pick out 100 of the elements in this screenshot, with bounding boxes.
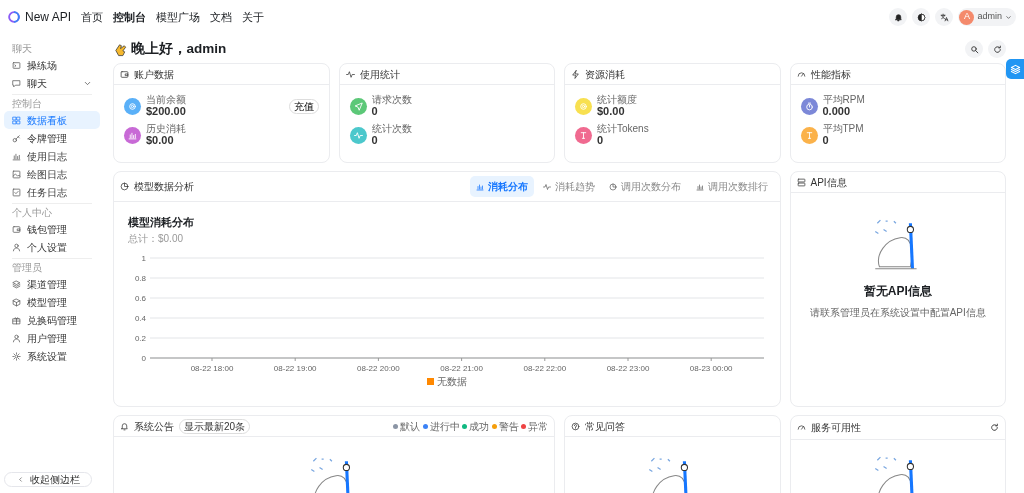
coin-icon [128,101,137,111]
image-icon [12,169,21,179]
stat-label: 请求次数 [371,94,412,105]
legend-label: 成功 [469,419,489,434]
stat-value: 0 [371,134,379,148]
stat-label: 当前余额 [146,94,186,105]
axis-label: 08-22 21:00 [440,363,483,373]
waving-hand-icon [113,41,128,57]
chart-tab[interactable]: 消耗分布 [470,176,534,197]
gift-icon [12,315,21,325]
sidebar-item[interactable]: 数据看板 [4,111,100,129]
chart-tab[interactable]: 调用次数排行 [689,176,774,197]
user-icon [12,242,21,252]
stat-label: 历史消耗 [146,123,186,135]
notification-button[interactable] [889,8,908,26]
stat-label: 统计额度 [597,94,637,105]
refresh-button[interactable] [990,423,999,432]
stat-value: $200.00 [146,105,186,119]
sidebar-section-title: 管理员 [11,261,43,275]
sidebar-section-title: 聊天 [11,42,33,56]
card-title: 系统公告 [134,419,174,434]
cube-icon [12,297,21,307]
help-icon [571,421,580,431]
axis-label: 1 [141,253,146,263]
avatar: A [959,9,975,25]
chevron-down-icon [1005,13,1012,21]
sidebar-item[interactable]: 钱包管理 [4,220,100,238]
checkbox-icon [12,187,21,197]
user-menu-button[interactable]: A admin [958,8,1016,26]
chart-subtitle: 总计：$0.00 [128,231,185,246]
translate-icon [940,12,949,22]
sidebar-item[interactable]: 模型管理 [4,293,100,311]
sidebar-item[interactable]: 用户管理 [4,329,100,347]
stat-label: 统计Tokens [597,123,649,135]
theme-button[interactable] [912,8,931,26]
search-icon [969,44,979,54]
refresh-button[interactable] [988,40,1006,58]
sidebar-item[interactable]: 绘图日志 [4,165,100,183]
sidebar-item[interactable]: 操练场 [4,56,100,74]
empty-title: 暂无API信息 [863,283,932,300]
user-icon [12,333,21,343]
nav-link[interactable]: 控制台 [108,6,152,28]
sidebar-item[interactable]: 渠道管理 [4,275,100,293]
sidebar-section-title: 个人中心 [11,206,53,220]
search-button[interactable] [965,40,983,58]
axis-label: 0 [141,353,146,363]
stat-value: 0.000 [822,105,852,119]
sidebar-item[interactable]: 聊天 [4,74,100,92]
axis-label: 08-22 23:00 [606,363,650,373]
text-icon [804,130,814,140]
bell-icon [894,12,903,22]
theme-icon [917,12,926,22]
axis-label: 0.4 [134,313,146,323]
stat-label: 统计次数 [371,123,412,135]
layers-icon [12,279,21,289]
refresh-icon [992,44,1002,54]
card-title: 常见问答 [585,419,625,434]
stat-value: 0 [597,134,605,148]
sidebar-item[interactable]: 个人设置 [4,238,100,256]
sidebar-item[interactable]: 使用日志 [4,147,100,165]
floating-assistant-button[interactable] [1006,59,1024,79]
axis-label: 08-22 22:00 [523,363,567,373]
count-badge: 显示最新20条 [179,418,251,434]
recharge-button[interactable]: 充值 [288,98,319,114]
nav-link[interactable]: 首页 [76,6,109,28]
nav-link[interactable]: 模型广场 [151,6,206,28]
card-title: 性能指标 [810,67,851,82]
bell-icon [120,421,129,431]
stat-label: 平均TPM [822,123,864,135]
nav-link[interactable]: 文档 [205,6,238,28]
chart-tab[interactable]: 消耗趋势 [536,176,601,197]
stat-value: 0 [822,134,830,148]
bar-chart-icon [476,182,484,191]
send-icon [353,101,363,111]
terminal-icon [12,60,21,70]
chart-tab[interactable]: 调用次数分布 [603,176,687,197]
language-button[interactable] [935,8,954,26]
bar-chart-icon [695,182,704,191]
legend-label: 默认 [400,419,420,434]
pulse-icon [345,69,355,79]
axis-label: 08-22 19:00 [273,363,317,373]
stat-value: $0.00 [146,134,175,148]
sidebar-item[interactable]: 令牌管理 [4,129,100,147]
collapse-sidebar-button[interactable]: 收起侧边栏 [4,472,92,487]
stopwatch-icon [804,101,814,111]
legend-label: 无数据 [436,374,467,389]
sidebar-item[interactable]: 系统设置 [4,347,100,365]
nav-link[interactable]: 关于 [237,6,270,28]
sidebar-item[interactable]: 任务日志 [4,183,100,201]
card-title: 服务可用性 [810,421,861,435]
chart-title: 模型消耗分布 [128,215,195,230]
stat-label: 平均RPM [822,94,865,105]
text-icon [579,130,588,140]
axis-label: 08-22 20:00 [357,363,400,373]
bar-chart-icon [12,151,21,161]
key-icon [12,133,21,143]
lightning-icon [571,69,580,79]
bar-chart-icon [128,130,137,140]
sidebar-item[interactable]: 兑换码管理 [4,311,100,329]
card-title: 账户数据 [134,67,174,82]
